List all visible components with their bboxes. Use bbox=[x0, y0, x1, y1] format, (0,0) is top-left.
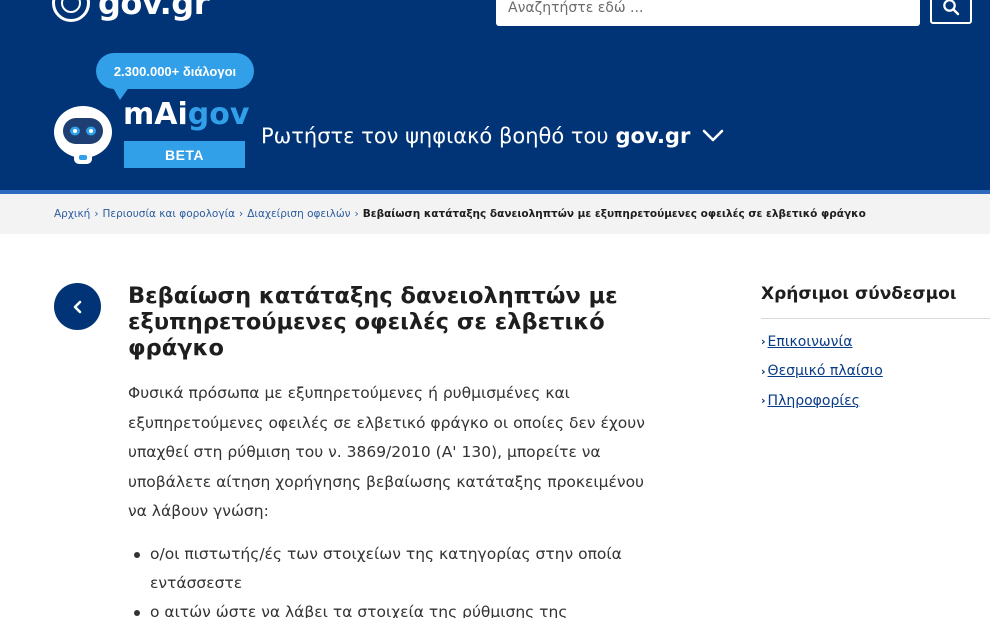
search-field[interactable] bbox=[496, 0, 920, 26]
assistant-toggle[interactable]: Ρωτήστε τον ψηφιακό βοηθό του gov.gr bbox=[261, 124, 724, 148]
useful-links-divider bbox=[761, 318, 990, 319]
useful-link-information: › Πληροφορίες bbox=[761, 386, 883, 416]
list-item: ο αιτών ώστε να λάβει τα στοιχεία της ρύ… bbox=[128, 598, 648, 618]
chevron-right-icon: › bbox=[761, 364, 766, 378]
assistant-prompt: Ρωτήστε τον ψηφιακό βοηθό του bbox=[261, 124, 609, 148]
list-item: ο/οι πιστωτής/ές των στοιχείων της κατηγ… bbox=[128, 540, 648, 598]
maigov-title-prefix: mAi bbox=[123, 97, 188, 132]
link-contact[interactable]: Επικοινωνία bbox=[768, 334, 853, 350]
chevron-right-icon: › bbox=[761, 335, 766, 349]
dialogs-count-text: 2.300.000+ διάλογοι bbox=[113, 63, 237, 79]
dialogs-count-badge: 2.300.000+ διάλογοι bbox=[96, 53, 254, 89]
maigov-title-suffix: gov bbox=[187, 97, 250, 132]
chevron-down-icon bbox=[703, 129, 724, 142]
useful-link-legal-framework: › Θεσμικό πλαίσιο bbox=[761, 357, 883, 387]
assistant-prompt-brand: gov.gr bbox=[615, 124, 691, 148]
back-button[interactable] bbox=[54, 283, 101, 330]
intro-paragraph: Φυσικά πρόσωπα με εξυπηρετούμενες ή ρυθμ… bbox=[128, 384, 645, 520]
link-legal-framework[interactable]: Θεσμικό πλαίσιο bbox=[768, 363, 883, 379]
logo-text: gov.gr bbox=[98, 0, 209, 22]
eligibility-list: ο/οι πιστωτής/ές των στοιχείων της κατηγ… bbox=[128, 540, 648, 618]
useful-link-contact: › Επικοινωνία bbox=[761, 327, 883, 357]
breadcrumb-current: Βεβαίωση κατάταξης δανειοληπτών με εξυπη… bbox=[362, 208, 866, 220]
robot-icon[interactable] bbox=[52, 102, 114, 166]
beta-badge: BETA bbox=[124, 141, 245, 168]
chevron-right-icon: › bbox=[761, 394, 766, 408]
site-header: gov.gr 2.300.000+ διάλογοι mAigov BETA Ρ… bbox=[0, 0, 990, 190]
page-title: Βεβαίωση κατάταξης δανειοληπτών με εξυπη… bbox=[128, 283, 618, 361]
breadcrumb-property-taxation[interactable]: Περιουσία και φορολογία bbox=[103, 208, 236, 220]
maigov-title[interactable]: mAigov bbox=[123, 100, 249, 130]
beta-label: BETA bbox=[164, 146, 205, 163]
breadcrumb-home[interactable]: Αρχική bbox=[54, 208, 90, 220]
chevron-right-icon: › bbox=[94, 208, 99, 220]
chevron-right-icon: › bbox=[354, 208, 359, 220]
search-icon bbox=[943, 0, 960, 16]
useful-links-list: › Επικοινωνία › Θεσμικό πλαίσιο › Πληροφ… bbox=[761, 327, 883, 416]
search-input[interactable] bbox=[508, 0, 908, 16]
chevron-right-icon: › bbox=[239, 208, 244, 220]
breadcrumb-debt-management[interactable]: Διαχείριση οφειλών bbox=[247, 208, 350, 220]
government-seal-icon bbox=[52, 0, 90, 22]
chevron-left-icon bbox=[73, 300, 81, 313]
govgr-logo[interactable]: gov.gr bbox=[52, 0, 209, 22]
search-button[interactable] bbox=[930, 0, 972, 24]
breadcrumb: Αρχική › Περιουσία και φορολογία › Διαχε… bbox=[0, 194, 990, 234]
link-information[interactable]: Πληροφορίες bbox=[768, 393, 860, 409]
useful-links-heading: Χρήσιμοι σύνδεσμοι bbox=[761, 284, 957, 304]
